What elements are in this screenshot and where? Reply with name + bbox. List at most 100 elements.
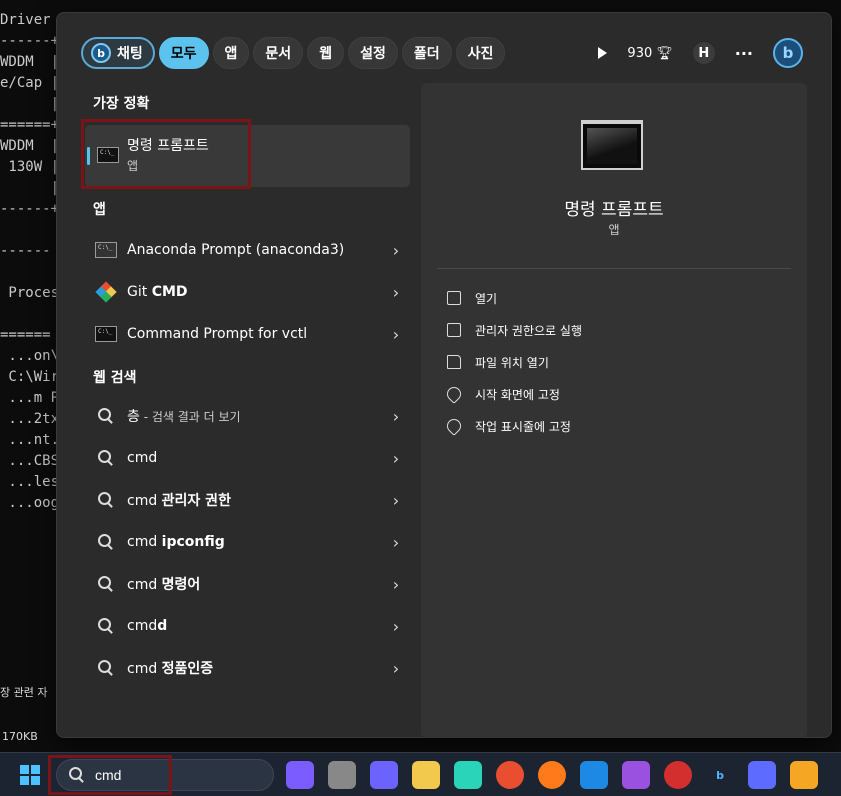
explorer-icon[interactable] <box>412 761 440 789</box>
background-bottom-text: 장 관련 자 170KB <box>0 678 60 750</box>
background-text-1: 장 관련 자 <box>0 686 48 699</box>
terminal-line: e/Cap | <box>0 75 60 91</box>
filter-web[interactable]: 웹 <box>307 37 345 69</box>
filter-chat-label: 채팅 <box>117 46 143 62</box>
search-icon <box>98 660 114 676</box>
filter-photos[interactable]: 사진 <box>455 37 506 69</box>
terminal-line: ...oog <box>0 495 60 511</box>
search-icon <box>98 492 114 508</box>
filter-chat[interactable]: b 채팅 <box>81 37 155 69</box>
open-external-icon <box>447 291 461 305</box>
app2-icon[interactable] <box>790 761 818 789</box>
app-icon[interactable] <box>622 761 650 789</box>
web-search-item[interactable]: cmd 정품인증 › <box>85 649 410 687</box>
web-search-label: cmd <box>127 534 162 550</box>
terminal-line: ====== <box>0 327 51 343</box>
firefox-icon[interactable] <box>538 761 566 789</box>
search-icon <box>98 618 114 634</box>
web-search-label-bold: ipconfig <box>161 534 225 550</box>
anaconda-prompt-icon <box>95 242 117 258</box>
best-match-heading: 가장 정확 <box>93 96 150 112</box>
bing-icon: b <box>91 43 111 63</box>
app-item[interactable]: Anaconda Prompt (anaconda3) › <box>85 231 410 269</box>
bing-icon[interactable]: b <box>706 761 734 789</box>
web-search-item[interactable]: cmd › <box>85 439 410 477</box>
web-search-label: cmd <box>127 661 162 677</box>
terminal-line: C:\Wir <box>0 369 60 385</box>
rewards-points[interactable]: 930 🏆︎ <box>627 46 672 61</box>
action-pin-start[interactable]: 시작 화면에 고정 <box>444 384 560 404</box>
apps-heading: 앱 <box>93 202 106 218</box>
filter-app[interactable]: 앱 <box>212 37 250 69</box>
web-search-label: cmd <box>127 493 162 509</box>
chevron-right-icon[interactable]: › <box>382 449 410 468</box>
app-item-label: Git <box>127 284 152 300</box>
web-search-label-bold: 명령어 <box>161 577 201 593</box>
web-search-label: cmd <box>127 577 162 593</box>
opera-icon[interactable] <box>664 761 692 789</box>
search-icon <box>98 576 114 592</box>
pin-icon <box>444 416 464 436</box>
chevron-right-icon[interactable]: › <box>382 241 410 260</box>
taskbar-apps: b <box>286 761 818 789</box>
chrome-icon[interactable] <box>496 761 524 789</box>
start-search-panel: b 채팅 모두 앱 문서 웹 설정 폴더 사진 930 🏆︎ H ··· b 가… <box>56 12 832 738</box>
taskbar: b <box>0 752 841 796</box>
camera-icon[interactable] <box>748 761 776 789</box>
terminal-line: ...les <box>0 474 60 490</box>
web-search-label: cmd <box>127 618 158 634</box>
web-search-item[interactable]: cmd 명령어 › <box>85 565 410 603</box>
terminal-line: ------ <box>0 243 51 259</box>
web-search-item[interactable]: cmd ipconfig › <box>85 523 410 561</box>
vscode-icon[interactable] <box>580 761 608 789</box>
user-avatar[interactable]: H <box>692 42 715 64</box>
chevron-right-icon[interactable]: › <box>382 617 410 636</box>
chevron-right-icon[interactable]: › <box>382 575 410 594</box>
windows-start-icon[interactable] <box>20 765 40 785</box>
action-label: 시작 화면에 고정 <box>475 387 560 402</box>
command-prompt-large-icon <box>581 120 643 170</box>
filter-bar: b 채팅 모두 앱 문서 웹 설정 폴더 사진 <box>81 37 506 69</box>
terminal-line: ------+ <box>0 33 60 49</box>
copilot-icon[interactable] <box>286 761 314 789</box>
web-search-sub: - 검색 결과 더 보기 <box>139 410 241 424</box>
terminal-line: 130W | <box>0 159 60 175</box>
zoom-icon[interactable] <box>370 761 398 789</box>
action-open[interactable]: 열기 <box>447 288 497 308</box>
terminal-line: ...CBS <box>0 453 60 469</box>
chevron-right-icon[interactable]: › <box>382 491 410 510</box>
edge-icon[interactable] <box>454 761 482 789</box>
play-icon[interactable] <box>598 47 608 59</box>
web-search-item[interactable]: cmdd › <box>85 607 410 645</box>
chevron-right-icon[interactable]: › <box>382 533 410 552</box>
app-item-label-bold: CMD <box>151 284 188 300</box>
terminal-line: | <box>0 96 60 112</box>
web-search-item[interactable]: 층 - 검색 결과 더 보기 › <box>85 397 410 435</box>
action-pin-taskbar[interactable]: 작업 표시줄에 고정 <box>444 416 571 436</box>
web-search-label: 층 <box>127 409 140 425</box>
action-run-as-admin[interactable]: 관리자 권한으로 실행 <box>447 320 582 340</box>
chevron-right-icon[interactable]: › <box>382 283 410 302</box>
chevron-right-icon[interactable]: › <box>382 407 410 426</box>
app-item-label: Anaconda Prompt (anaconda3) <box>127 242 345 258</box>
chevron-right-icon[interactable]: › <box>382 659 410 678</box>
filter-docs[interactable]: 문서 <box>253 37 304 69</box>
git-icon <box>95 281 117 303</box>
more-options-icon[interactable]: ··· <box>735 44 753 63</box>
filter-all[interactable]: 모두 <box>158 37 209 69</box>
search-icon <box>98 450 114 466</box>
app-item[interactable]: Command Prompt for vctl › <box>85 315 410 353</box>
web-search-item[interactable]: cmd 관리자 권한 › <box>85 481 410 519</box>
filter-folders[interactable]: 폴더 <box>401 37 452 69</box>
search-icon <box>98 534 114 550</box>
bing-chat-icon[interactable]: b <box>773 38 803 68</box>
action-open-file-location[interactable]: 파일 위치 열기 <box>447 352 549 372</box>
folder-icon <box>447 355 461 369</box>
app-item[interactable]: Git CMD › <box>85 273 410 311</box>
terminal-line: ...on\ <box>0 348 60 364</box>
divider <box>437 268 791 269</box>
preview-pane: 명령 프롬프트 앱 열기 관리자 권한으로 실행 파일 위치 열기 시작 화면에… <box>421 83 807 738</box>
taskview-icon[interactable] <box>328 761 356 789</box>
chevron-right-icon[interactable]: › <box>382 325 410 344</box>
filter-settings[interactable]: 설정 <box>348 37 398 69</box>
